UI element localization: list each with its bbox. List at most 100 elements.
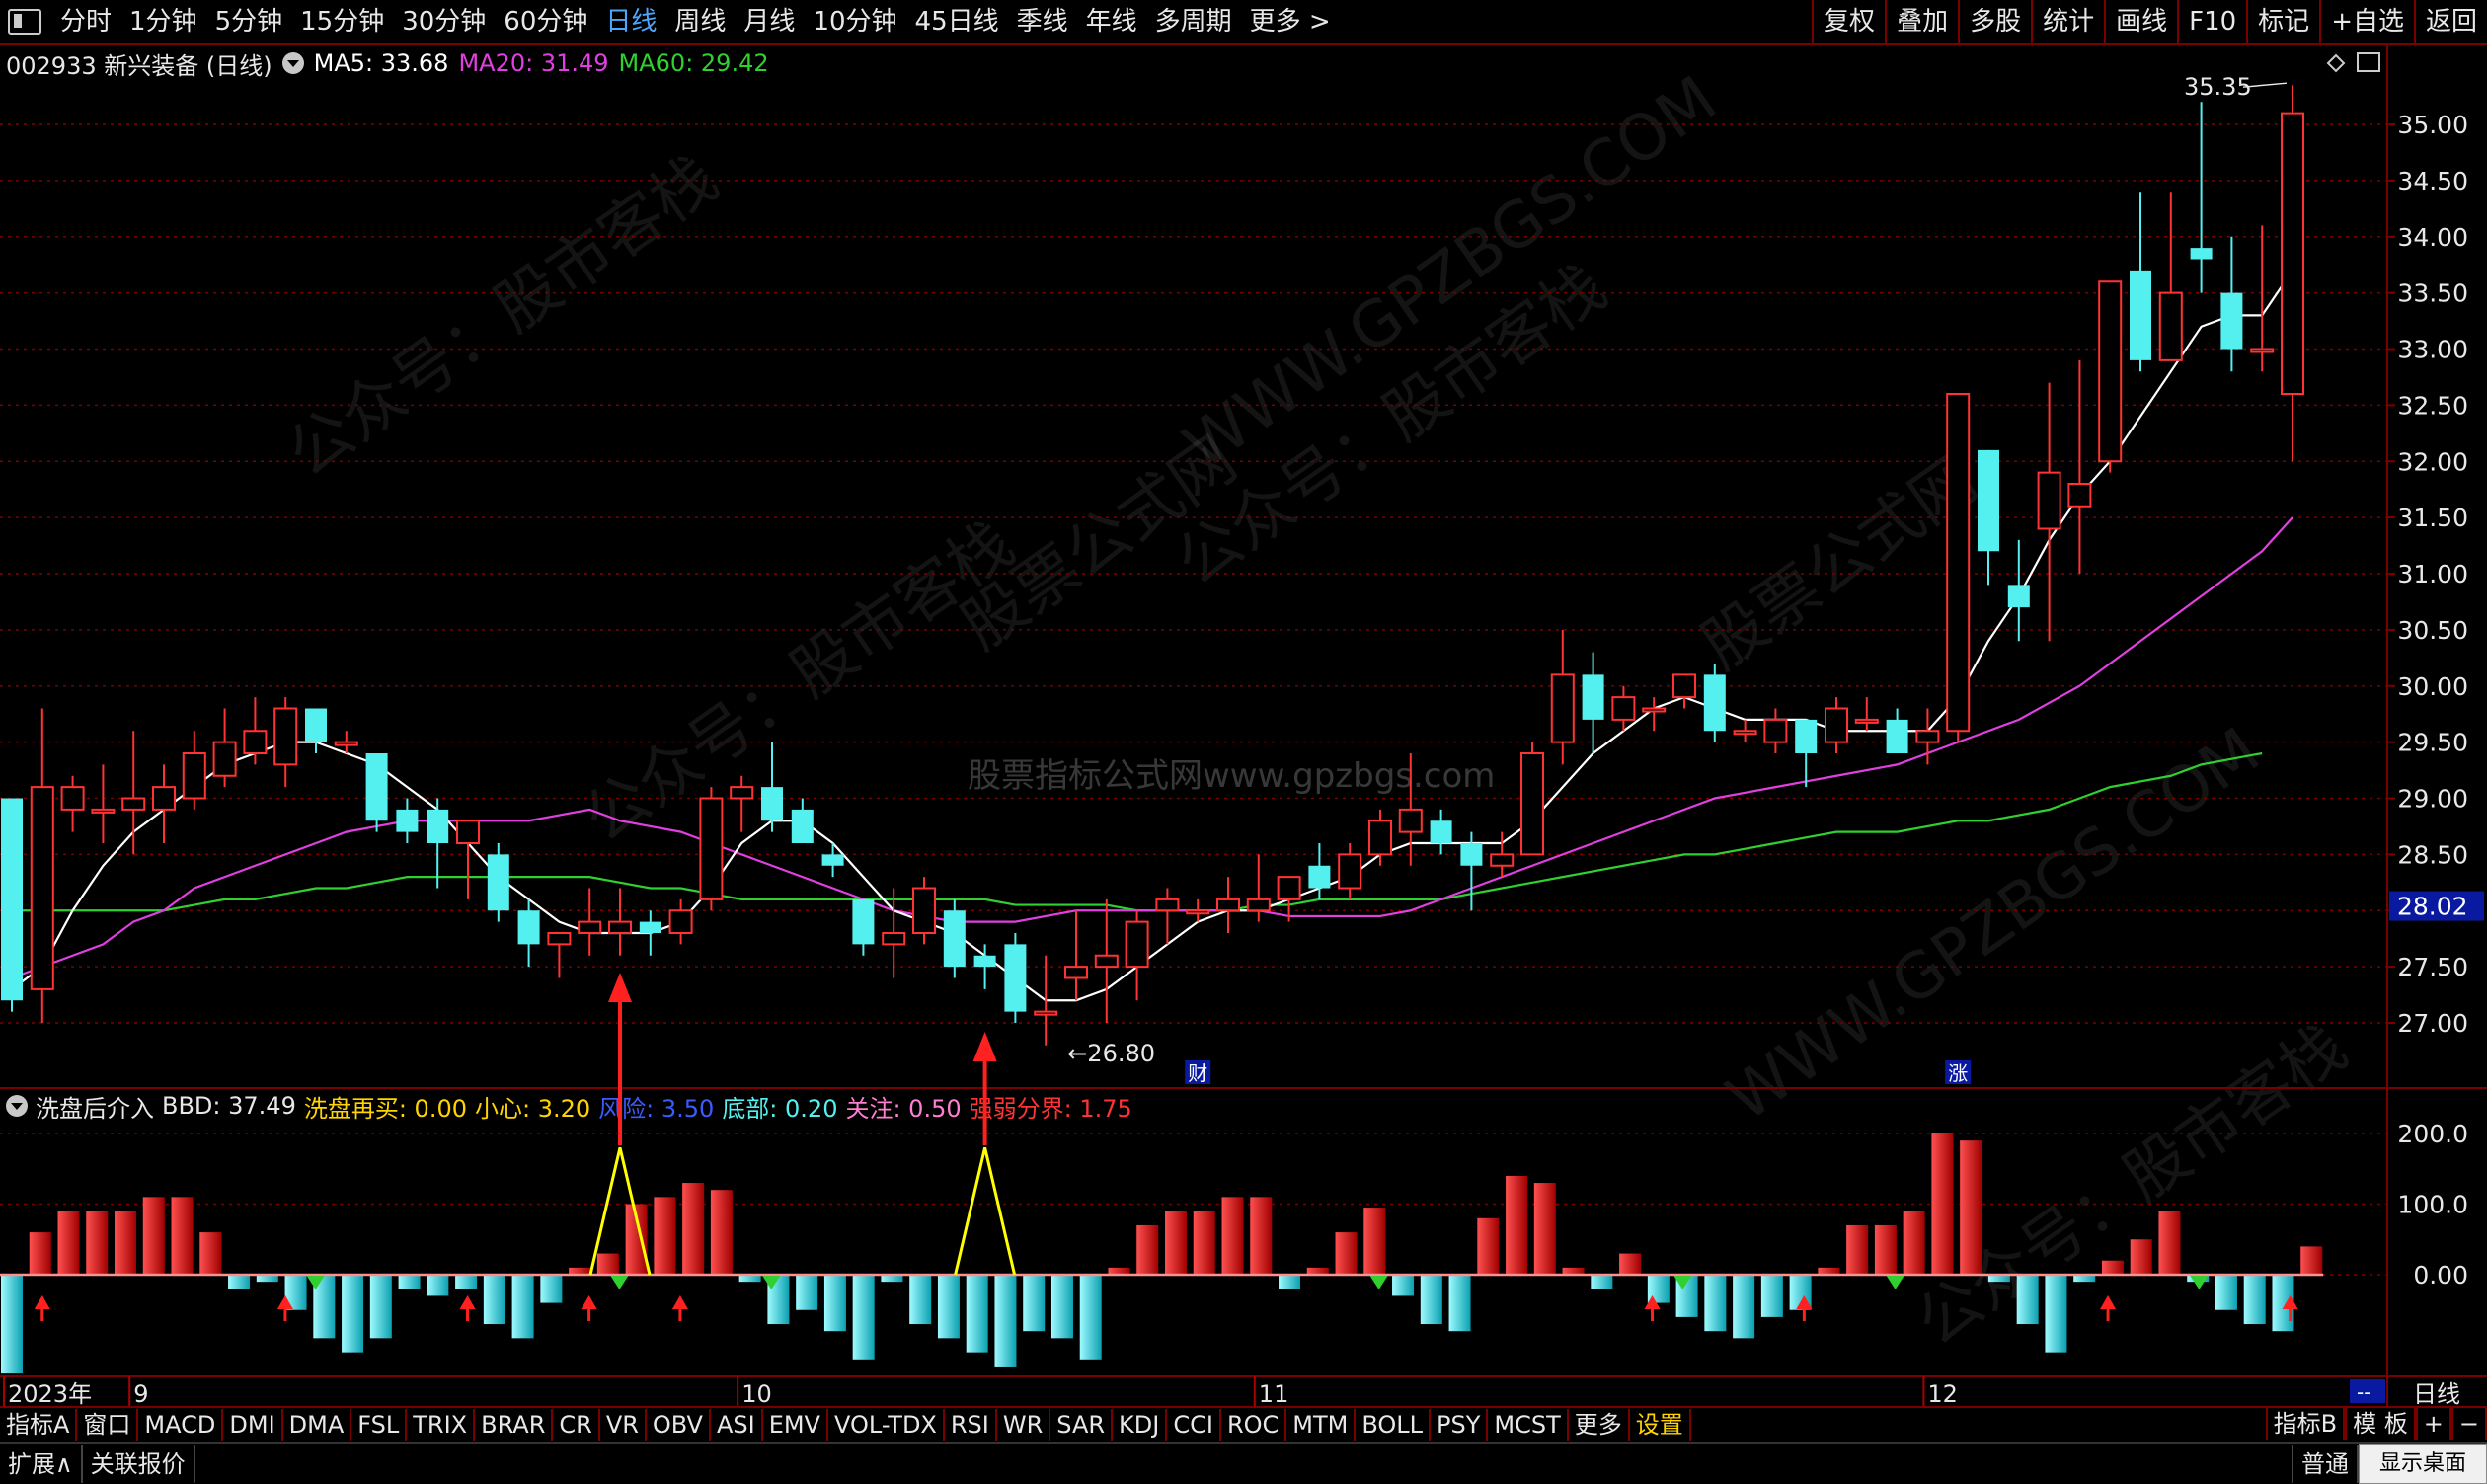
candle-body — [2067, 483, 2092, 508]
indicator-tab[interactable]: VR — [600, 1409, 647, 1441]
candle-body — [365, 753, 388, 821]
candle-body — [1125, 920, 1149, 969]
candle-body — [487, 854, 509, 911]
candle-body — [91, 808, 116, 814]
price-axis-label: 29.50 — [2397, 729, 2468, 757]
show-desktop-tooltip[interactable]: 显示桌面 — [2359, 1444, 2487, 1484]
indicator-tab[interactable]: DMI — [223, 1409, 283, 1441]
normal-mode-button[interactable]: 普通 — [2292, 1445, 2359, 1483]
osc-bar — [1250, 1197, 1273, 1275]
indicator-tab[interactable]: CR — [553, 1409, 600, 1441]
small-down-arrow — [2190, 1276, 2209, 1289]
indicator-tab[interactable]: PSY — [1431, 1409, 1489, 1441]
osc-bar — [2215, 1275, 2237, 1310]
osc-bar — [427, 1275, 449, 1296]
indicator-tab[interactable]: CCI — [1167, 1409, 1221, 1441]
candle-body — [1430, 820, 1452, 843]
candle-body — [639, 921, 661, 933]
osc-bar — [710, 1190, 733, 1275]
indicator-tab[interactable]: MCST — [1488, 1409, 1569, 1441]
indicator-tab[interactable]: VOL-TDX — [828, 1409, 945, 1441]
candle-body — [182, 752, 206, 800]
indicator-tab[interactable]: ROC — [1221, 1409, 1287, 1441]
event-marker: 财 — [1188, 1061, 1207, 1085]
candle-body — [334, 741, 358, 746]
candle-body — [1, 798, 23, 1001]
indicator-tab[interactable]: DMA — [283, 1409, 352, 1441]
candlestick-chart[interactable]: 27.0027.5028.0028.5029.0029.5030.0030.50… — [0, 0, 2487, 1482]
indicator-tab[interactable]: WR — [997, 1409, 1051, 1441]
indicator-tab[interactable]: ASI — [711, 1409, 763, 1441]
price-axis-label: 31.50 — [2397, 504, 2468, 532]
indicator-tab[interactable]: TRIX — [407, 1409, 476, 1441]
timeline-label: 9 — [133, 1380, 148, 1408]
tab-right-button[interactable]: 模 板 — [2345, 1408, 2416, 1440]
timeline-label: 2023年 — [8, 1380, 92, 1408]
osc-bar — [199, 1232, 222, 1275]
osc-axis-label: 0.00 — [2413, 1261, 2468, 1289]
indicator-tab[interactable]: SAR — [1050, 1409, 1114, 1441]
osc-bar — [1760, 1275, 1783, 1317]
candle-body — [668, 909, 693, 934]
indicator-tab[interactable]: MTM — [1286, 1409, 1357, 1441]
osc-bar — [1477, 1217, 1500, 1275]
candle-body — [973, 955, 996, 968]
osc-bar — [2101, 1260, 2124, 1275]
tab-right-button[interactable]: + — [2415, 1408, 2451, 1440]
price-axis-label: 27.00 — [2397, 1009, 2468, 1038]
indicator-tab[interactable]: 窗口 — [77, 1409, 139, 1441]
candle-body — [2098, 280, 2123, 463]
osc-bar — [1023, 1275, 1046, 1332]
candle-body — [1978, 449, 1999, 552]
osc-bar — [1221, 1197, 1244, 1275]
small-up-arrow — [671, 1295, 688, 1309]
indicator-tab[interactable]: MACD — [138, 1409, 224, 1441]
price-axis-label: 35.00 — [2397, 111, 2468, 139]
indicator-tab[interactable]: BOLL — [1356, 1409, 1432, 1441]
timeline-period-label: 日线 — [2413, 1380, 2460, 1408]
osc-bar — [2300, 1246, 2323, 1275]
price-axis-label: 27.50 — [2397, 953, 2468, 981]
price-axis-label: 32.00 — [2397, 447, 2468, 476]
candle-body — [243, 730, 268, 754]
osc-bar — [1335, 1232, 1358, 1275]
indicator-tab[interactable]: 更多 — [1569, 1409, 1630, 1441]
indicator-tab[interactable]: EMV — [763, 1409, 828, 1441]
osc-bar — [1960, 1140, 1982, 1275]
indicator-tab[interactable]: OBV — [647, 1409, 711, 1441]
candle-body — [2158, 291, 2183, 361]
candle-body — [1703, 674, 1726, 732]
indicator-tab[interactable]: 指标A — [0, 1409, 78, 1441]
osc-axis-label: 100.0 — [2397, 1191, 2468, 1219]
osc-bar — [796, 1275, 818, 1310]
osc-bar — [1136, 1224, 1159, 1275]
indicator-tab[interactable]: RSI — [945, 1409, 997, 1441]
osc-bar — [823, 1275, 846, 1332]
candle-body — [1398, 808, 1423, 833]
min-price-label: ←26.80 — [1067, 1040, 1155, 1067]
status-bar: 扩展∧ 关联报价 普通 — [0, 1442, 2487, 1484]
candle-body — [212, 741, 237, 777]
candle-body — [456, 820, 480, 844]
candle-body — [608, 920, 632, 934]
related-quote-button[interactable]: 关联报价 — [83, 1445, 195, 1483]
osc-bar — [398, 1275, 421, 1289]
osc-bar — [369, 1275, 392, 1339]
indicator-tab[interactable]: KDJ — [1113, 1409, 1168, 1441]
osc-bar — [1363, 1208, 1386, 1275]
osc-bar — [682, 1183, 705, 1275]
tab-right-button[interactable]: 指标B — [2265, 1408, 2346, 1440]
candle-body — [547, 932, 572, 946]
osc-bar — [29, 1232, 51, 1275]
candle-body — [1946, 393, 1971, 733]
indicator-tab[interactable]: 设置 — [1630, 1409, 1691, 1441]
expand-button[interactable]: 扩展∧ — [0, 1445, 83, 1483]
candle-body — [1642, 707, 1667, 713]
osc-bar — [2158, 1211, 2181, 1275]
candle-body — [60, 786, 85, 811]
price-axis-label: 33.00 — [2397, 336, 2468, 364]
tab-right-button[interactable]: − — [2450, 1408, 2487, 1440]
osc-bar — [540, 1275, 563, 1303]
indicator-tab[interactable]: BRAR — [475, 1409, 554, 1441]
indicator-tab[interactable]: FSL — [351, 1409, 408, 1441]
